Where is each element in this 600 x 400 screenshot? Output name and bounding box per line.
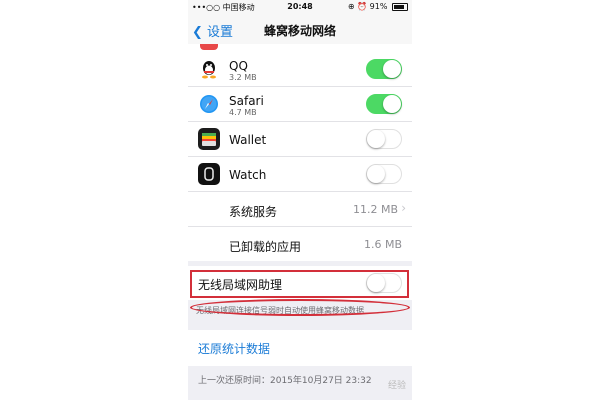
wlan-assist-label: 无线局域网助理 — [198, 278, 283, 292]
wlan-assist-toggle[interactable] — [366, 273, 402, 293]
app-list: QQ 3.2 MB Safari 4.7 MB Wallet Watch 系统服… — [188, 52, 412, 261]
wallet-cellular-toggle[interactable] — [366, 129, 402, 149]
watch-cellular-toggle[interactable] — [366, 164, 402, 184]
page-title: 蜂窝移动网络 — [263, 24, 336, 38]
battery-icon — [392, 2, 408, 11]
app-icon-partial — [200, 44, 218, 50]
wlan-assist-row: 无线局域网助理 — [188, 266, 412, 300]
safari-cellular-toggle[interactable] — [366, 94, 402, 114]
wallet-icon — [198, 128, 220, 150]
app-data-size: 4.7 MB — [229, 108, 257, 117]
watch-icon — [198, 163, 220, 185]
status-bar: •••○○ 中国移动 20:48 ⊕ ⏰ 91% — [188, 0, 412, 14]
app-name: Safari — [229, 94, 264, 108]
app-data-size: 3.2 MB — [229, 73, 257, 82]
app-row-wallet: Wallet — [188, 122, 412, 157]
row-value: 11.2 MB — [352, 203, 398, 216]
row-label: 系统服务 — [229, 205, 278, 219]
status-icons: ⊕ ⏰ — [347, 2, 368, 11]
system-services-row[interactable]: 系统服务 11.2 MB › — [188, 192, 412, 227]
wlan-assist-group: 无线局域网助理 — [188, 266, 412, 300]
status-right: ⊕ ⏰ 91% — [348, 2, 408, 11]
navigation-bar: ❮ 设置 蜂窝移动网络 — [188, 14, 412, 45]
phone-screen: •••○○ 中国移动 20:48 ⊕ ⏰ 91% ❮ 设置 蜂窝移动网络 QQ … — [188, 0, 412, 400]
app-name: Wallet — [229, 133, 267, 147]
row-label: 已卸载的应用 — [229, 240, 302, 254]
partial-row-top — [188, 44, 412, 52]
chevron-right-icon: › — [401, 201, 406, 215]
watermark: 经验 — [387, 381, 406, 391]
app-name: Watch — [229, 168, 267, 182]
last-reset-time: 上一次还原时间：2015年10月27日 23:32 — [198, 376, 372, 386]
uninstalled-apps-row: 已卸载的应用 1.6 MB — [188, 227, 412, 261]
safari-icon — [198, 93, 220, 115]
qq-cellular-toggle[interactable] — [366, 59, 402, 79]
qq-icon — [198, 58, 220, 80]
wlan-assist-footer: 无线局域网连接信号弱时自动使用蜂窝移动数据 — [196, 306, 364, 315]
app-row-safari: Safari 4.7 MB — [188, 87, 412, 122]
app-name: QQ — [229, 59, 248, 73]
reset-statistics-button[interactable]: 还原统计数据 — [198, 340, 270, 357]
app-row-qq: QQ 3.2 MB — [188, 52, 412, 87]
row-value: 1.6 MB — [363, 238, 402, 251]
app-row-watch: Watch — [188, 157, 412, 192]
battery-percent: 91% — [369, 2, 388, 11]
